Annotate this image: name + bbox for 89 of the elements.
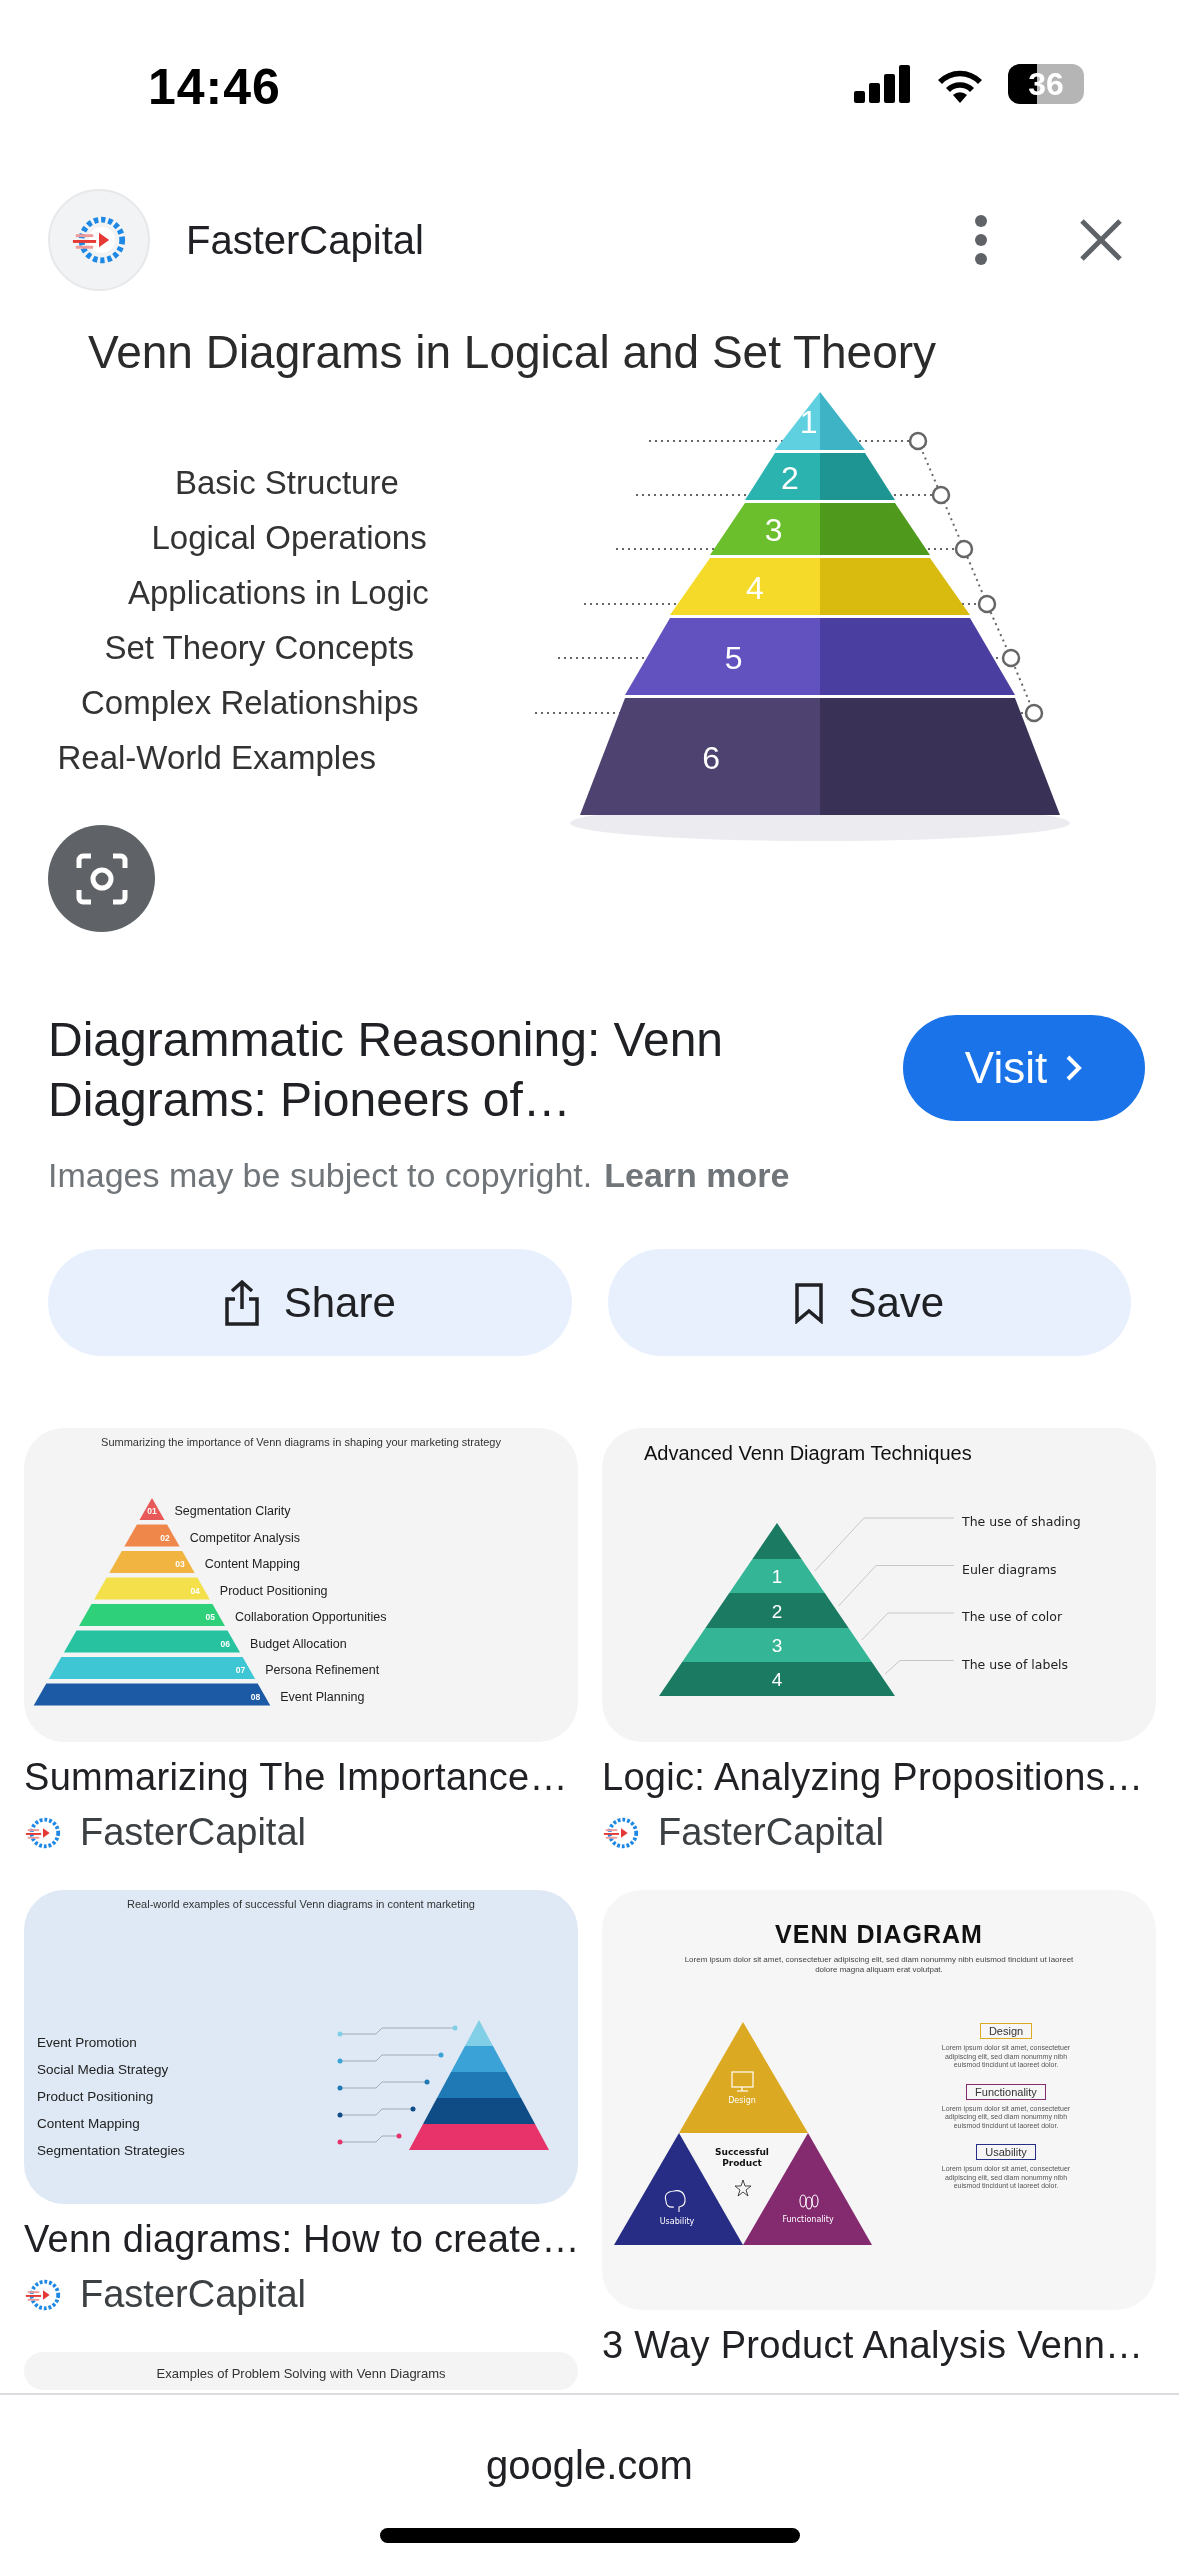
- triangle-label: Usability: [659, 2217, 695, 2226]
- result-title[interactable]: Logic: Analyzing Propositions…: [602, 1756, 1156, 1799]
- part-label: Design: [979, 2023, 1033, 2039]
- source-name: FasterCapital: [80, 1811, 306, 1854]
- pyramid-tier: 1: [775, 392, 865, 450]
- chevron-icon: [1065, 1054, 1084, 1082]
- image-thumbnail[interactable]: Real-world examples of successful Venn diagrams in content marketing Event Promotion Social Media Strategy Product Positioning Content Mapping Segmentation Strategies: [24, 1890, 578, 2204]
- result-title[interactable]: 3 Way Product Analysis Venn…: [602, 2324, 1156, 2367]
- list-label: Basic Structure: [174, 465, 400, 501]
- tier-number: 07: [235, 1665, 246, 1675]
- close-icon: [1079, 218, 1123, 262]
- tier-number: 03: [175, 1559, 185, 1569]
- list-label: Content Mapping: [37, 2115, 141, 2132]
- triangle-label: Design: [728, 2096, 756, 2105]
- tier-number: 02: [160, 1532, 170, 1543]
- center-label: Successful Product: [715, 2147, 769, 2168]
- visit-button[interactable]: Visit: [903, 1015, 1145, 1121]
- pyramid-tier: [124, 1524, 180, 1547]
- leader-line: [337, 2133, 402, 2145]
- page-domain: google.com: [486, 2443, 693, 2488]
- pyramid-tier: 6: [580, 698, 1060, 815]
- pyramid-tier: 3: [710, 503, 930, 555]
- image-thumbnail[interactable]: [24, 1428, 578, 1742]
- tier-label: Content Mapping: [204, 1557, 300, 1571]
- tier-label: Competitor Analysis: [189, 1530, 301, 1545]
- list-label: Product Positioning: [37, 2088, 155, 2105]
- list-label: Social Media Strategy: [37, 2061, 170, 2078]
- tier-number: 01: [147, 1506, 157, 1516]
- tier-number: 3: [771, 1635, 783, 1656]
- list-label: Event Promotion: [37, 2034, 138, 2051]
- save-button[interactable]: Save: [607, 1249, 1131, 1356]
- copyright-notice: Images may be subject to copyright.: [48, 1156, 593, 1195]
- tier-number: 06: [220, 1638, 231, 1649]
- image-heading: VENN DIAGRAM: [775, 1920, 983, 1949]
- image-heading: Summarizing the importance of Venn diagrams in shaping your marketing strategy: [100, 1435, 502, 1448]
- part-label: Usability: [976, 2144, 1036, 2160]
- image-thumbnail[interactable]: Examples of Problem Solving with Venn Diagrams: [24, 2352, 578, 2390]
- part-label: Functionality: [966, 2083, 1046, 2100]
- result-title[interactable]: Venn diagrams: How to create…: [24, 2218, 578, 2261]
- tier-label: Budget Allocation: [250, 1636, 347, 1651]
- image-thumbnail[interactable]: Advanced Venn Diagram Techniques 1 2 3 4 The use of shading Euler diagrams The use of color The use of labels: [602, 1428, 1156, 1742]
- triangle-label: Functionality: [782, 2215, 834, 2224]
- tier-label: Event Planning: [280, 1689, 365, 1704]
- status-time: 14:46: [148, 58, 281, 116]
- leader-line: [884, 1660, 955, 1675]
- image-heading: Real-world examples of successful Venn diagrams in content marketing: [126, 1897, 476, 1910]
- image-heading: Advanced Venn Diagram Techniques: [644, 1442, 972, 1464]
- tier-label: Segmentation Clarity: [174, 1504, 291, 1518]
- tier-number: 2: [771, 1600, 783, 1622]
- intro-text: Lorem ipsum dolor sit amet, consectetuer adipiscing elit, sed diam nonummy nibh euismod tincidunt ut laoreet dolore magna aliquam erat volutpat.: [683, 1955, 1075, 1975]
- tier-label: Collaboration Opportunities: [234, 1610, 387, 1624]
- star-icon: [734, 2179, 752, 2197]
- list-label: Logical Operations: [150, 520, 428, 556]
- tier-number: 04: [190, 1585, 200, 1596]
- image-heading: Examples of Problem Solving with Venn Diagrams: [155, 2365, 447, 2381]
- tier-label: The use of labels: [962, 1656, 1069, 1672]
- list-label: Applications in Logic: [127, 575, 430, 611]
- pyramid-tier: 2: [745, 453, 895, 500]
- result-title: Diagrammatic Reasoning: Venn Diagrams: Pioneers of…: [48, 1012, 725, 1128]
- tier-label: Persona Refinement: [265, 1663, 380, 1677]
- tier-number: 05: [205, 1612, 215, 1622]
- result-title[interactable]: Summarizing The Importance…: [24, 1756, 578, 1799]
- source-name: FasterCapital: [186, 217, 425, 263]
- pyramid-tier: 4: [670, 558, 970, 615]
- image-heading: Venn Diagrams in Logical and Set Theory: [87, 325, 938, 379]
- pyramid-tier: [139, 1498, 165, 1520]
- tier-number: 4: [771, 1669, 783, 1690]
- share-button[interactable]: Share: [48, 1249, 572, 1356]
- list-label: Set Theory Concepts: [103, 630, 415, 666]
- list-label: Segmentation Strategies: [37, 2142, 185, 2159]
- bookmark-icon: [794, 1281, 825, 1324]
- lens-icon: [74, 851, 129, 906]
- list-label: Real-World Examples: [56, 740, 377, 776]
- image-thumbnail[interactable]: [602, 1890, 1156, 2310]
- tier-label: The use of color: [962, 1609, 1063, 1624]
- source-name: FasterCapital: [80, 2273, 306, 2316]
- tier-label: The use of shading: [962, 1514, 1081, 1529]
- signal-icon: [854, 65, 912, 103]
- monitor-icon: [731, 2071, 754, 2092]
- tier-number: 08: [250, 1691, 261, 1702]
- list-label: Complex Relationships: [80, 685, 420, 721]
- tier-label: Euler diagrams: [962, 1561, 1057, 1577]
- tier-number: 1: [771, 1566, 783, 1587]
- learn-more-link[interactable]: Learn more: [604, 1156, 790, 1195]
- share-icon: [223, 1278, 260, 1327]
- pyramid-tier: 5: [625, 618, 1015, 695]
- source-name: FasterCapital: [658, 1811, 884, 1854]
- more-icon: [974, 214, 988, 266]
- tier-label: Product Positioning: [219, 1583, 328, 1598]
